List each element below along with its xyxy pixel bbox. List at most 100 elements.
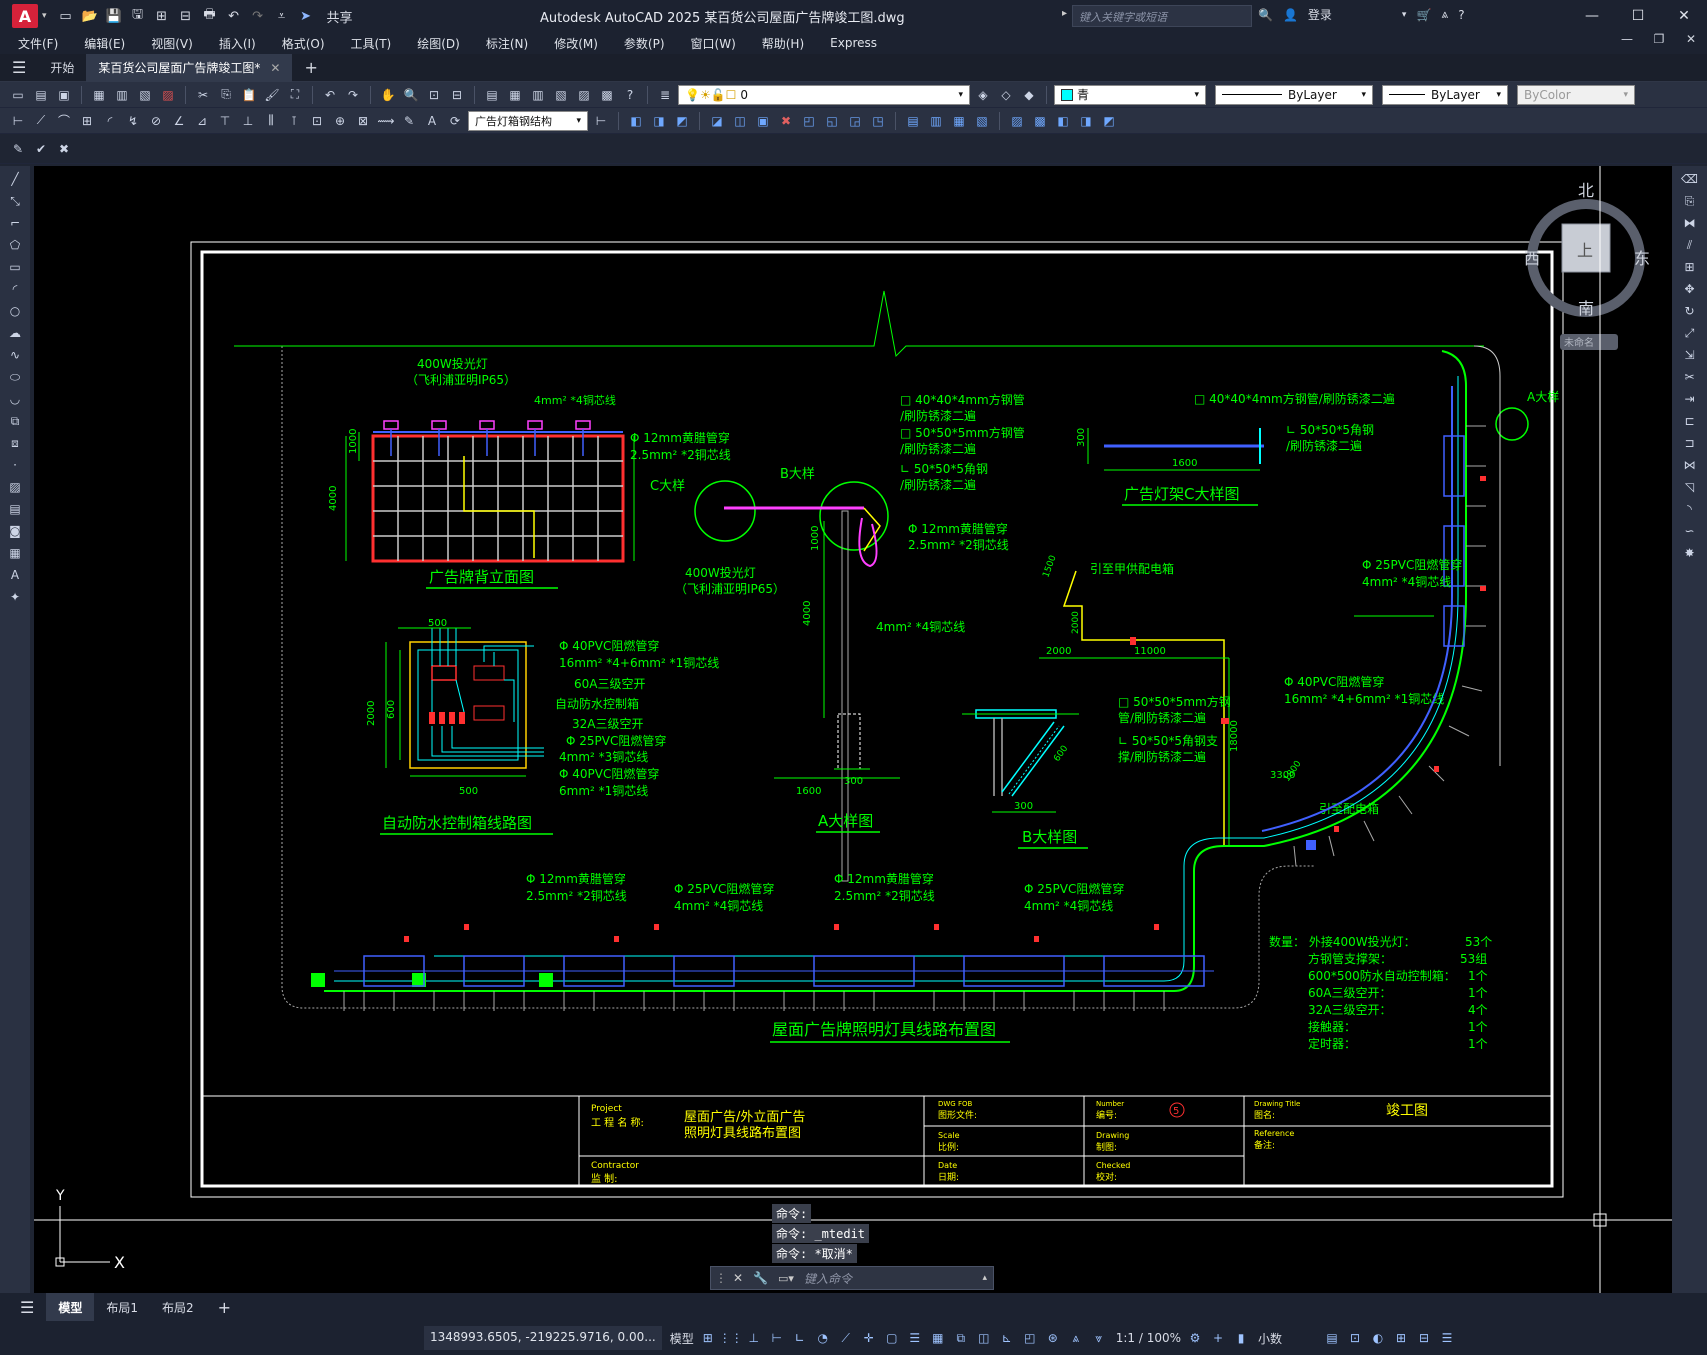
workspace-gear-icon[interactable]: ⚙ xyxy=(1186,1329,1204,1347)
object-snap-tracking-icon[interactable]: ✛ xyxy=(860,1329,878,1347)
line-icon[interactable]: ╱ xyxy=(6,170,24,188)
zoom-window-icon[interactable]: ⊡ xyxy=(424,85,444,105)
move-icon[interactable]: ✥ xyxy=(1681,280,1699,298)
web-save-icon[interactable]: ⊟ xyxy=(177,7,195,25)
ordinate-icon[interactable]: ⊞ xyxy=(77,111,97,131)
selection-cycling-icon[interactable]: ⧉ xyxy=(952,1329,970,1347)
copy-faces-icon[interactable]: ◲ xyxy=(845,111,865,131)
offset-icon[interactable]: ⫽ xyxy=(1681,236,1699,254)
polygon-icon[interactable]: ⬠ xyxy=(6,236,24,254)
polar-icon[interactable]: ◔ xyxy=(814,1329,832,1347)
delete-faces-icon[interactable]: ✖ xyxy=(776,111,796,131)
save-icon[interactable]: ▣ xyxy=(54,85,74,105)
color-dropdown[interactable]: 青 ▾ xyxy=(1054,84,1206,105)
grip-icon[interactable]: ⋮ xyxy=(715,1271,727,1285)
selection-filter-icon[interactable]: ◰ xyxy=(1021,1329,1039,1347)
section-icon[interactable]: ◨ xyxy=(1076,111,1096,131)
calculator-icon[interactable]: ▩ xyxy=(597,85,617,105)
infer-constraints-icon[interactable]: ⊥ xyxy=(745,1329,763,1347)
markup-icon[interactable]: ▨ xyxy=(574,85,594,105)
maximize-icon[interactable]: ☐ xyxy=(1615,0,1661,32)
layer-previous-icon[interactable]: ◇ xyxy=(996,85,1016,105)
viewcube[interactable]: 上 北 南 东 西 未命名 xyxy=(1524,181,1650,350)
doc-close-icon[interactable]: ✕ xyxy=(1675,32,1707,46)
dim-edit-icon[interactable]: ✎ xyxy=(399,111,419,131)
block-editor-icon[interactable]: ⛶ xyxy=(285,85,305,105)
polyline-icon[interactable]: ⌐ xyxy=(6,214,24,232)
color-faces-icon[interactable]: ◳ xyxy=(868,111,888,131)
lineweight-dropdown[interactable]: ByLayer ▾ xyxy=(1382,84,1508,105)
explode-icon[interactable]: ✸ xyxy=(1681,544,1699,562)
chevron-down-icon[interactable]: ▾ xyxy=(1402,10,1407,20)
add-icon[interactable]: + xyxy=(1209,1329,1227,1347)
dynamic-input-icon[interactable]: ⊢ xyxy=(768,1329,786,1347)
web-open-icon[interactable]: ⊞ xyxy=(153,7,171,25)
menu-view[interactable]: 视图(V) xyxy=(151,35,193,52)
dim-text-edit-icon[interactable]: A xyxy=(422,111,442,131)
menu-tools[interactable]: 工具(T) xyxy=(351,35,392,52)
undo-icon[interactable]: ↶ xyxy=(225,7,243,25)
dim-space-icon[interactable]: ⫼ xyxy=(261,111,281,131)
login-button[interactable]: 登录 xyxy=(1308,6,1332,23)
arc-icon[interactable]: ◜ xyxy=(6,280,24,298)
rotate-icon[interactable]: ↻ xyxy=(1681,302,1699,320)
diameter-icon[interactable]: ⊘ xyxy=(146,111,166,131)
hatch-icon[interactable]: ▨ xyxy=(6,478,24,496)
quick-dim-icon[interactable]: ⊿ xyxy=(192,111,212,131)
menu-draw[interactable]: 绘图(D) xyxy=(417,35,460,52)
clean-screen-icon[interactable]: ⊟ xyxy=(1415,1329,1433,1347)
tolerance-icon[interactable]: ⊡ xyxy=(307,111,327,131)
table-icon[interactable]: ▦ xyxy=(6,544,24,562)
menu-file[interactable]: 文件(F) xyxy=(18,35,58,52)
offset-faces-icon[interactable]: ▣ xyxy=(753,111,773,131)
minimize-icon[interactable]: — xyxy=(1569,0,1615,32)
linear-dim-icon[interactable]: ⊢ xyxy=(8,111,28,131)
redo-icon[interactable]: ↷ xyxy=(249,7,267,25)
pan-icon[interactable]: ✋ xyxy=(378,85,398,105)
drawing-canvas[interactable]: 400W投光灯 （飞利浦亚明IP65） 4mm² *4铜芯线 Φ 12mm黄腊管… xyxy=(34,166,1672,1293)
ellipse-arc-icon[interactable]: ◡ xyxy=(6,390,24,408)
union-icon[interactable]: ◧ xyxy=(626,111,646,131)
command-prompt-icon[interactable]: ▭▾ xyxy=(778,1272,794,1285)
autocad-logo[interactable]: A xyxy=(12,4,38,28)
layer-dropdown[interactable]: 💡☀🔓☐ 0 ▾ xyxy=(678,84,970,105)
circle-icon[interactable]: ○ xyxy=(6,302,24,320)
hamburger-menu-icon[interactable]: ☰ xyxy=(0,54,38,82)
spline-icon[interactable]: ∿ xyxy=(6,346,24,364)
save-as-icon[interactable]: 🖫 xyxy=(129,7,147,25)
dimstyle-icon[interactable]: ⊢ xyxy=(591,111,611,131)
annotation-scale[interactable]: 1:1 / 100% xyxy=(1116,1331,1181,1345)
redo-icon[interactable]: ↷ xyxy=(343,85,363,105)
continue-icon[interactable]: ⊥ xyxy=(238,111,258,131)
dimstyle-dropdown[interactable]: 广告灯箱钢结构 ▾ xyxy=(468,110,588,131)
edit-block-icon[interactable]: ✎ xyxy=(8,139,28,159)
extract-edges-icon[interactable]: ▩ xyxy=(1030,111,1050,131)
tab-layout1[interactable]: 布局1 xyxy=(94,1299,150,1316)
doc-minimize-icon[interactable]: — xyxy=(1611,32,1643,46)
menu-express[interactable]: Express xyxy=(830,36,877,50)
plot-icon[interactable]: ▦ xyxy=(89,85,109,105)
menu-dimension[interactable]: 标注(N) xyxy=(486,35,528,52)
check-icon[interactable]: ▨ xyxy=(1007,111,1027,131)
preview-icon[interactable]: ▥ xyxy=(112,85,132,105)
publish-icon[interactable]: ▧ xyxy=(135,85,155,105)
share-icon[interactable]: ➤ xyxy=(297,7,315,25)
menu-edit[interactable]: 编辑(E) xyxy=(84,35,125,52)
menu-modify[interactable]: 修改(M) xyxy=(554,35,598,52)
taper-faces-icon[interactable]: ◱ xyxy=(822,111,842,131)
command-input[interactable]: 键入命令 xyxy=(804,1270,983,1287)
add-layout-button[interactable]: + xyxy=(206,1298,243,1317)
viewcube-south[interactable]: 南 xyxy=(1578,299,1594,318)
undo-icon[interactable]: ↶ xyxy=(320,85,340,105)
gradient-icon[interactable]: ▤ xyxy=(6,500,24,518)
new-icon[interactable]: ▭ xyxy=(8,85,28,105)
plot-icon[interactable]: 🖶 xyxy=(201,7,219,25)
open-icon[interactable]: ▤ xyxy=(31,85,51,105)
chevron-down-icon[interactable]: ▾ xyxy=(42,11,47,21)
lock-ui-icon[interactable]: ⊡ xyxy=(1346,1329,1364,1347)
ellipse-icon[interactable]: ⬭ xyxy=(6,368,24,386)
menu-format[interactable]: 格式(O) xyxy=(282,35,325,52)
chevron-up-icon[interactable]: ▴ xyxy=(982,1273,987,1283)
move-faces-icon[interactable]: ◫ xyxy=(730,111,750,131)
tab-document[interactable]: 某百货公司屋面广告牌竣工图* ✕ xyxy=(86,53,293,82)
